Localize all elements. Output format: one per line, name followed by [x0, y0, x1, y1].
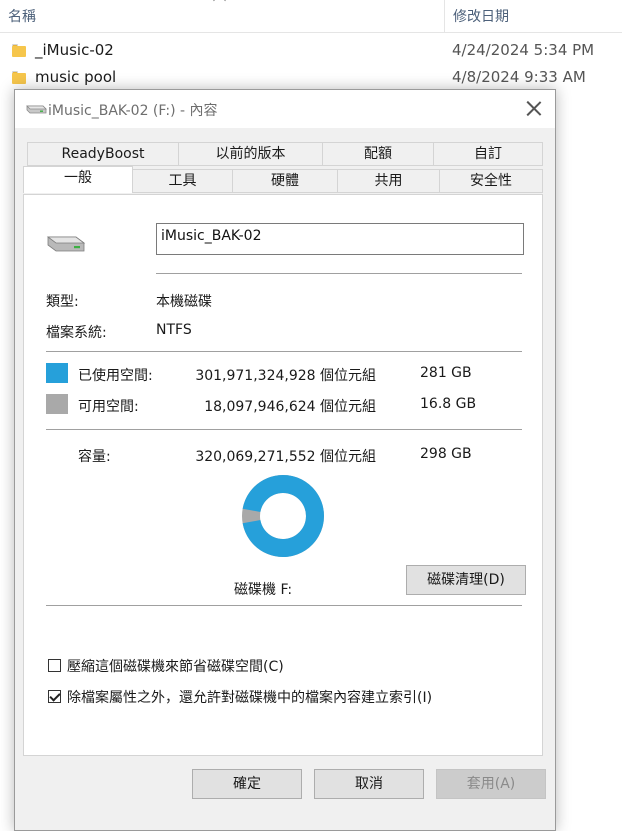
- tab-sharing[interactable]: 共用: [337, 169, 440, 193]
- type-label: 類型:: [46, 294, 79, 310]
- volume-label-input[interactable]: iMusic_BAK-02: [156, 223, 524, 255]
- used-space-arc: [242, 475, 324, 557]
- tab-previous-versions[interactable]: 以前的版本: [178, 142, 323, 166]
- capacity-bytes: 320,069,271,552 個位元組: [195, 449, 376, 465]
- file-row[interactable]: music pool 4/8/2024 9:33 AM: [0, 65, 622, 91]
- free-space-label: 可用空間:: [78, 399, 139, 415]
- ok-button[interactable]: 確定: [192, 769, 302, 799]
- disk-cleanup-button[interactable]: 磁碟清理(D): [406, 565, 526, 595]
- column-header-modified[interactable]: 修改日期: [453, 6, 509, 26]
- used-space-bytes: 301,971,324,928 個位元組: [195, 368, 376, 384]
- tab-tools[interactable]: 工具: [132, 169, 233, 193]
- column-header-name[interactable]: 名稱: [8, 6, 36, 26]
- divider: [46, 429, 522, 430]
- compress-checkbox-label[interactable]: 壓縮這個磁碟機來節省磁碟空間(C): [67, 656, 284, 676]
- tab-readyboost[interactable]: ReadyBoost: [27, 142, 179, 166]
- used-space-label: 已使用空間:: [78, 368, 153, 384]
- sort-caret-icon: [213, 0, 226, 7]
- divider: [156, 273, 522, 274]
- file-name: music pool: [35, 68, 117, 86]
- index-checkbox-label[interactable]: 除檔案屬性之外，還允許對磁碟機中的檔案內容建立索引(I): [67, 687, 432, 707]
- disk-usage-donut: [242, 475, 324, 557]
- cancel-button[interactable]: 取消: [314, 769, 424, 799]
- tab-general[interactable]: 一般: [23, 166, 133, 193]
- column-header-row: 名稱 修改日期: [0, 0, 622, 33]
- divider: [46, 351, 522, 352]
- dialog-title: iMusic_BAK-02 (F:) - 內容: [48, 103, 218, 119]
- properties-dialog: iMusic_BAK-02 (F:) - 內容 ReadyBoost 以前的版本…: [14, 89, 556, 831]
- file-modified-date: 4/8/2024 9:33 AM: [452, 68, 586, 86]
- tab-hardware[interactable]: 硬體: [232, 169, 338, 193]
- free-space-swatch: [46, 394, 68, 414]
- tab-customize[interactable]: 自訂: [433, 142, 543, 166]
- close-button[interactable]: [513, 90, 555, 128]
- type-value: 本機磁碟: [156, 294, 212, 310]
- free-space-bytes: 18,097,946,624 個位元組: [204, 399, 376, 415]
- file-system-value: NTFS: [156, 322, 192, 338]
- column-divider[interactable]: [444, 0, 445, 32]
- checkmark-icon: [49, 690, 61, 702]
- dialog-titlebar[interactable]: iMusic_BAK-02 (F:) - 內容: [15, 90, 555, 128]
- capacity-label: 容量:: [78, 449, 111, 465]
- folder-icon: [12, 71, 26, 84]
- drive-caption: 磁碟機 F:: [234, 582, 293, 598]
- file-modified-date: 4/24/2024 5:34 PM: [452, 41, 595, 59]
- capacity-size: 298 GB: [420, 446, 472, 462]
- file-row[interactable]: _iMusic-02 4/24/2024 5:34 PM: [0, 38, 622, 64]
- apply-button[interactable]: 套用(A): [436, 769, 546, 799]
- drive-large-icon: [46, 236, 86, 252]
- compress-checkbox[interactable]: [48, 659, 61, 672]
- folder-icon: [12, 44, 26, 57]
- drive-icon: [26, 105, 47, 114]
- used-space-size: 281 GB: [420, 365, 472, 381]
- used-space-swatch: [46, 363, 68, 383]
- file-name: _iMusic-02: [35, 41, 114, 59]
- general-tab-panel: iMusic_BAK-02 類型: 本機磁碟 檔案系統: NTFS 已使用空間:…: [23, 194, 543, 756]
- free-space-size: 16.8 GB: [420, 396, 477, 412]
- divider: [46, 605, 522, 606]
- index-checkbox[interactable]: [48, 690, 61, 703]
- tab-security[interactable]: 安全性: [439, 169, 543, 193]
- tab-quota[interactable]: 配額: [322, 142, 434, 166]
- file-system-label: 檔案系統:: [46, 325, 107, 341]
